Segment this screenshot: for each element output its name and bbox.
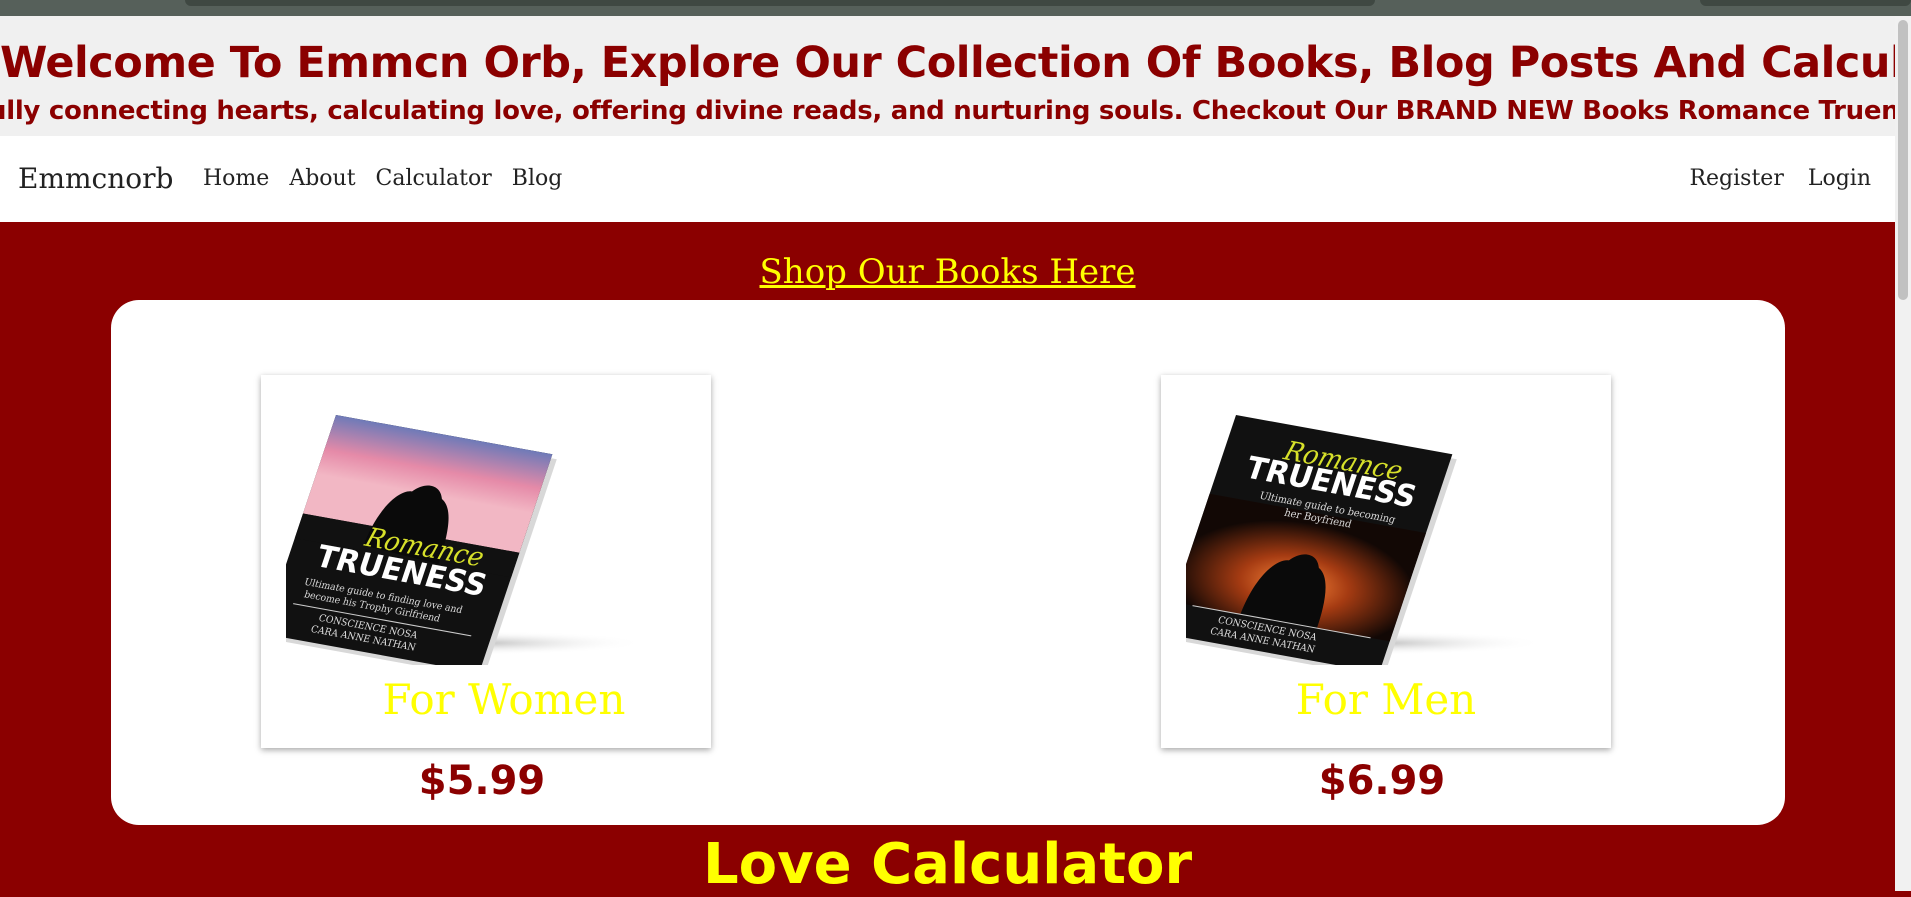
browser-profile-area[interactable]	[1700, 0, 1911, 6]
book-cover-men-image: Romance TRUENESS Ultimate guide to becom…	[1186, 415, 1546, 665]
book-women-label: For Women	[382, 675, 626, 724]
nav-account-links: Register Login	[1689, 166, 1895, 191]
address-bar[interactable]	[185, 0, 1375, 6]
nav-login-link[interactable]: Login	[1808, 166, 1871, 191]
brand-link[interactable]: Emmcnorb	[18, 162, 173, 195]
nav-calculator-link[interactable]: Calculator	[376, 166, 492, 191]
nav-home-link[interactable]: Home	[203, 166, 269, 191]
welcome-banner: Welcome To Emmcn Orb, Explore Our Collec…	[0, 16, 1895, 136]
main-navbar: Emmcnorb Home About Calculator Blog Regi…	[0, 136, 1895, 222]
nav-about-link[interactable]: About	[289, 166, 355, 191]
book-men-price: $6.99	[1318, 758, 1446, 804]
browser-chrome-strip	[0, 0, 1911, 16]
book-men-label: For Men	[1295, 675, 1477, 724]
books-panel: Romance TRUENESS Ultimate guide to findi…	[111, 300, 1785, 825]
love-calculator-heading: Love Calculator	[702, 832, 1193, 897]
scrollbar-thumb[interactable]	[1898, 20, 1908, 300]
book-cover-women-image: Romance TRUENESS Ultimate guide to findi…	[286, 415, 646, 665]
nav-links: Home About Calculator Blog	[203, 166, 586, 191]
banner-title: Welcome To Emmcn Orb, Explore Our Collec…	[0, 38, 1895, 88]
nav-blog-link[interactable]: Blog	[512, 166, 563, 191]
page-scrollbar[interactable]	[1895, 16, 1911, 891]
banner-marquee-text: ully connecting hearts, calculating love…	[0, 96, 1895, 126]
book-card-men[interactable]: Romance TRUENESS Ultimate guide to becom…	[1161, 375, 1611, 748]
book-card-women[interactable]: Romance TRUENESS Ultimate guide to findi…	[261, 375, 711, 748]
book-women-price: $5.99	[418, 758, 546, 804]
nav-register-link[interactable]: Register	[1689, 166, 1783, 191]
shop-books-link[interactable]: Shop Our Books Here	[0, 252, 1895, 292]
